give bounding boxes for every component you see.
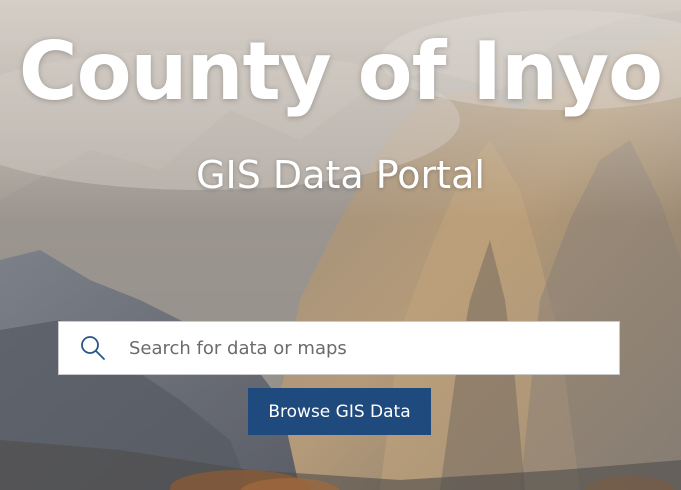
page-subtitle: GIS Data Portal (196, 153, 485, 197)
search-bar[interactable] (58, 321, 620, 375)
browse-gis-data-button[interactable]: Browse GIS Data (248, 388, 431, 435)
search-icon[interactable] (79, 334, 107, 362)
page-title: County of Inyo (18, 25, 663, 118)
hero-banner: County of Inyo GIS Data Portal Browse GI… (0, 0, 681, 490)
search-input[interactable] (129, 322, 619, 374)
